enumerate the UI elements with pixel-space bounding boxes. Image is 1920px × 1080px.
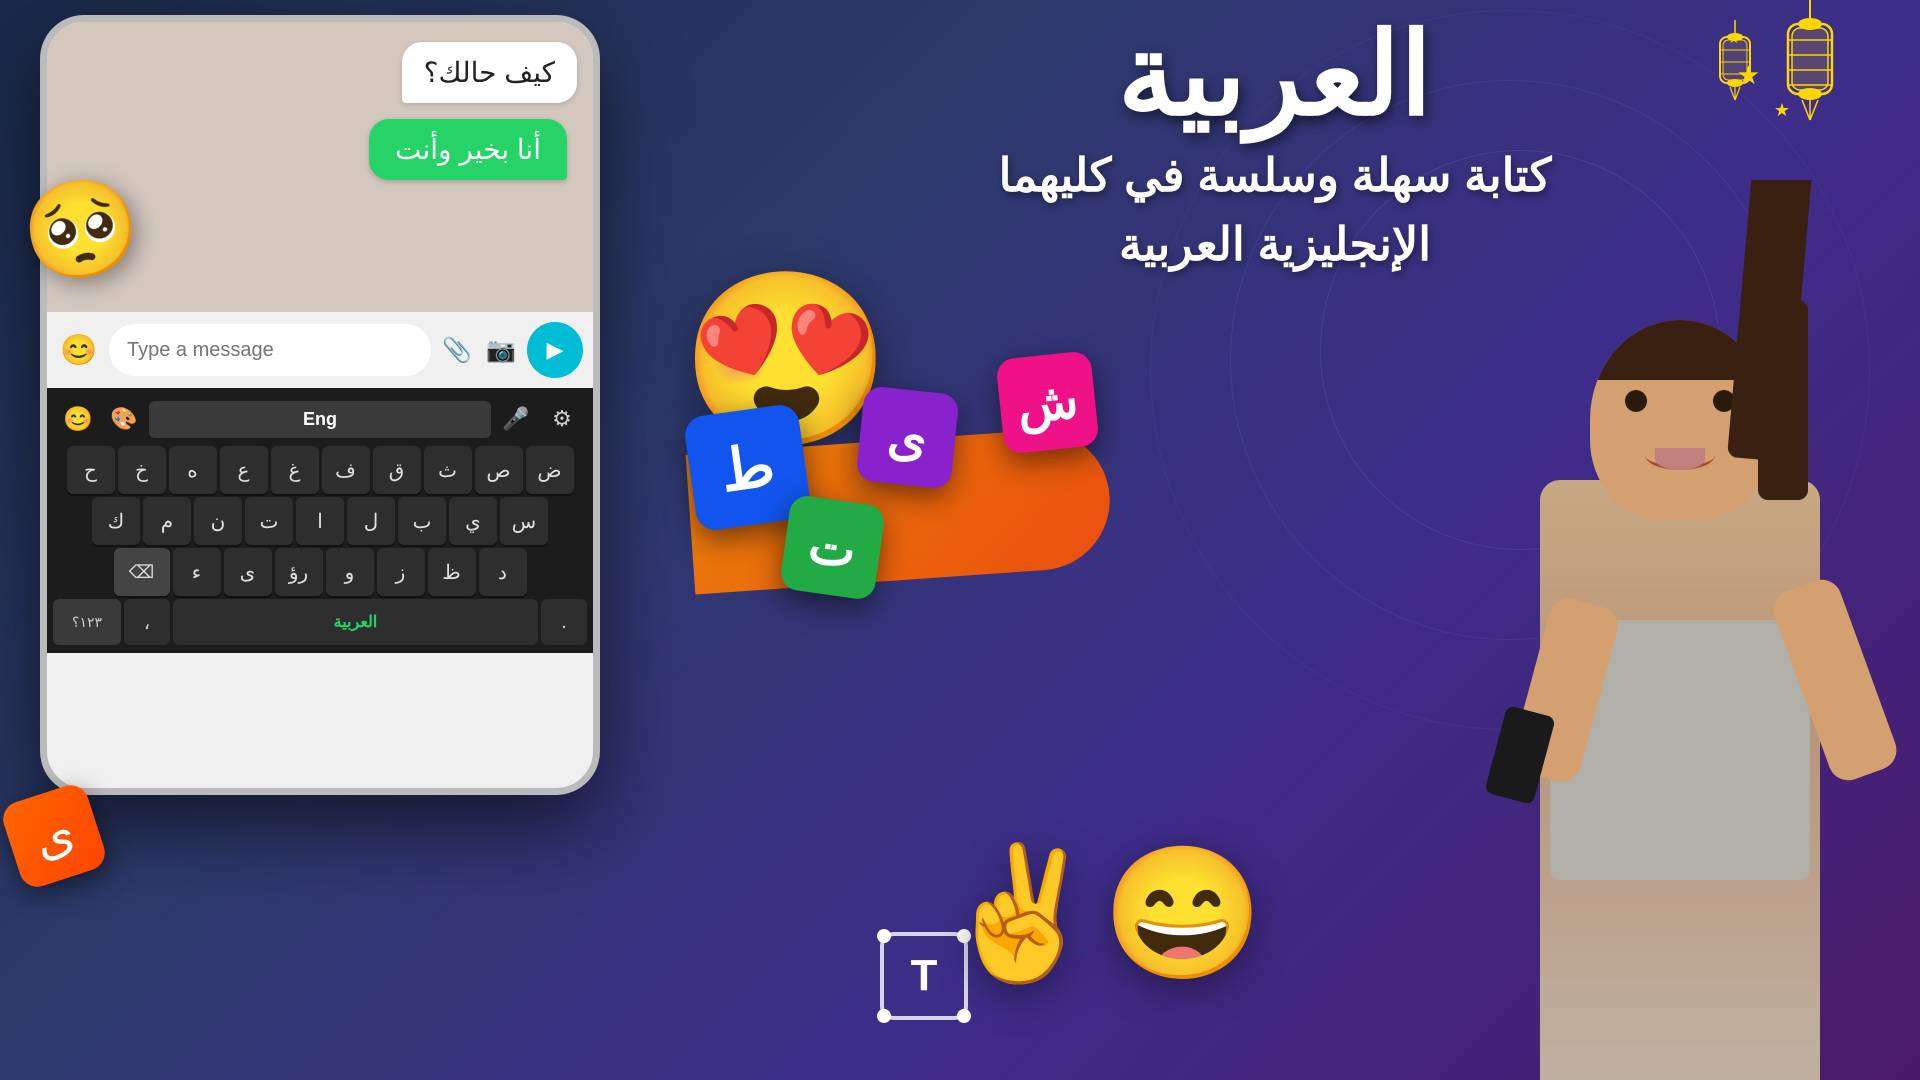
- keyboard-row-2: ك م ن ت ا ل ب ي س: [51, 497, 589, 545]
- kb-key[interactable]: ك: [92, 497, 140, 545]
- kb-key[interactable]: رؤ: [275, 548, 323, 596]
- blue-floating-key: ط: [683, 403, 813, 533]
- kb-key[interactable]: ن: [194, 497, 242, 545]
- kb-key[interactable]: ز: [377, 548, 425, 596]
- kb-key[interactable]: ت: [245, 497, 293, 545]
- kb-key[interactable]: ف: [322, 446, 370, 494]
- kb-key[interactable]: د: [479, 548, 527, 596]
- keyboard-row-1: ح خ ه ع غ ف ق ث ص ض: [51, 446, 589, 494]
- kb-backspace[interactable]: ⌫: [114, 548, 170, 596]
- kb-key[interactable]: ي: [449, 497, 497, 545]
- camera-button[interactable]: 📷: [483, 332, 519, 368]
- chat-bubble-sent: أنا بخير وأنت: [369, 119, 567, 180]
- kb-lang-button[interactable]: Eng: [149, 401, 491, 438]
- kb-key[interactable]: خ: [118, 446, 166, 494]
- message-input[interactable]: [109, 324, 431, 376]
- send-button[interactable]: ▶: [527, 322, 583, 378]
- heart-eyes-emoji: 😍: [680, 260, 892, 460]
- chat-area: كيف حالك؟ أنا بخير وأنت: [47, 22, 593, 312]
- emoji-button[interactable]: 😊: [57, 328, 101, 372]
- message-input-bar: 😊 📎 📷 ▶: [47, 312, 593, 388]
- kb-numbers-button[interactable]: ١٢٣؟: [53, 599, 121, 645]
- kb-settings-button[interactable]: ⚙: [541, 398, 583, 440]
- t-icon: T: [880, 932, 968, 1020]
- person-area: [1420, 180, 1920, 1080]
- kb-key[interactable]: ى: [224, 548, 272, 596]
- purple-floating-key: ى: [855, 385, 959, 489]
- kb-emoji-button[interactable]: 😊: [57, 398, 99, 440]
- kb-key[interactable]: ب: [398, 497, 446, 545]
- kb-key[interactable]: ح: [67, 446, 115, 494]
- kb-key[interactable]: غ: [271, 446, 319, 494]
- kb-key[interactable]: ق: [373, 446, 421, 494]
- kb-key[interactable]: ه: [169, 446, 217, 494]
- keyboard-row-3: ⌫ ء ى رؤ و ز ظ د: [51, 548, 589, 596]
- kb-key[interactable]: ء: [173, 548, 221, 596]
- kb-key[interactable]: ث: [424, 446, 472, 494]
- chat-bubble-received: كيف حالك؟: [402, 42, 577, 103]
- kb-mic-button[interactable]: 🎤: [495, 398, 537, 440]
- kb-key[interactable]: ع: [220, 446, 268, 494]
- kb-key[interactable]: ا: [296, 497, 344, 545]
- kb-palette-button[interactable]: 🎨: [103, 398, 145, 440]
- kb-space-button[interactable]: العربية: [173, 599, 538, 645]
- keyboard-area: 😊 🎨 Eng 🎤 ⚙ ح خ ه ع غ ف ق ث ص ض ك م ن ت …: [47, 388, 593, 653]
- kb-key[interactable]: ل: [347, 497, 395, 545]
- arabic-main-title: العربية: [630, 18, 1920, 133]
- right-content-area: العربية كتابة سهلة وسلسة في كليهما الإنج…: [630, 0, 1920, 1080]
- phone-frame: كيف حالك؟ أنا بخير وأنت 😊 📎 📷 ▶ 😊 🎨 Eng …: [40, 15, 600, 795]
- peace-emoji: ✌️😄: [940, 837, 1264, 990]
- attach-button[interactable]: 📎: [439, 332, 475, 368]
- kb-key[interactable]: م: [143, 497, 191, 545]
- kb-key[interactable]: ض: [526, 446, 574, 494]
- swoosh-decoration: [686, 426, 1115, 595]
- pink-floating-key: ش: [995, 350, 1099, 454]
- keyboard-toolbar: 😊 🎨 Eng 🎤 ⚙: [51, 394, 589, 446]
- kb-comma-key[interactable]: ،: [124, 599, 170, 645]
- kb-key[interactable]: ظ: [428, 548, 476, 596]
- kb-period-key[interactable]: .: [541, 599, 587, 645]
- kb-key[interactable]: ص: [475, 446, 523, 494]
- kb-key[interactable]: و: [326, 548, 374, 596]
- green-floating-key: ت: [779, 494, 886, 601]
- keyboard-bottom-row: ١٢٣؟ ، العربية .: [51, 599, 589, 645]
- kb-key[interactable]: س: [500, 497, 548, 545]
